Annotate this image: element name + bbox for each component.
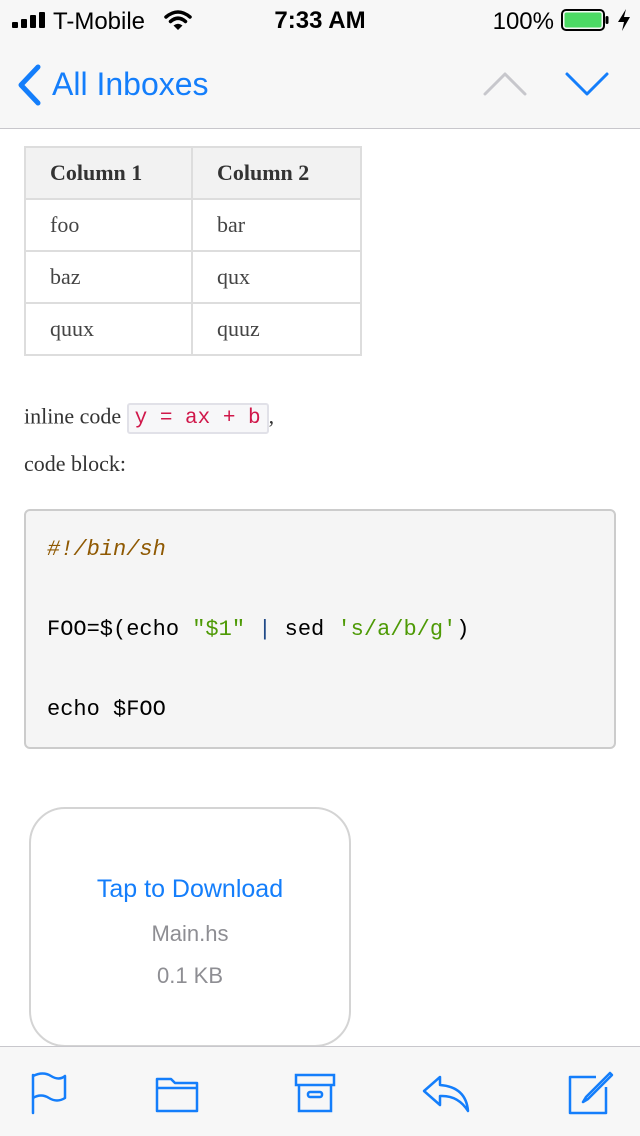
inline-code-prefix: inline code bbox=[24, 403, 122, 429]
battery-percentage: 100% bbox=[492, 8, 554, 35]
table-row: baz qux bbox=[24, 250, 362, 304]
table-row: foo bar bbox=[24, 198, 362, 252]
message-body[interactable]: Column 1 Column 2 foo bar baz qux quux q… bbox=[0, 129, 640, 1046]
code-line-assignment: FOO=$(echo "$1" | sed 's/a/b/g') bbox=[47, 617, 470, 642]
tap-to-download-button[interactable]: Tap to Download bbox=[31, 875, 349, 904]
inline-code-paragraph: inline code y = ax + b, bbox=[24, 403, 274, 434]
charging-icon bbox=[618, 9, 630, 31]
table-cell: quux bbox=[24, 302, 193, 356]
inline-code: y = ax + b bbox=[126, 403, 269, 434]
attachment-card[interactable]: Tap to Download Main.hs 0.1 KB bbox=[29, 807, 351, 1046]
table-row: quux quuz bbox=[24, 302, 362, 356]
code-text: FOO=$(echo bbox=[47, 617, 193, 642]
previous-message-icon[interactable] bbox=[482, 70, 528, 98]
navigation-bar: All Inboxes bbox=[0, 40, 640, 129]
table-cell: bar bbox=[191, 198, 362, 252]
inline-code-suffix: , bbox=[268, 403, 275, 429]
back-chevron-icon[interactable] bbox=[16, 64, 44, 106]
status-bar: T-Mobile 7:33 AM 100% bbox=[0, 0, 640, 40]
table-cell: quuz bbox=[191, 302, 362, 356]
code-block: #!/bin/sh FOO=$(echo "$1" | sed 's/a/b/g… bbox=[24, 509, 616, 749]
battery-icon bbox=[561, 9, 609, 31]
code-pipe: | bbox=[258, 617, 272, 642]
code-comment: #!/bin/sh bbox=[47, 537, 166, 562]
code-text: echo $FOO bbox=[47, 697, 166, 722]
table-header-row: Column 1 Column 2 bbox=[24, 146, 362, 200]
markdown-table: Column 1 Column 2 foo bar baz qux quux q… bbox=[24, 146, 362, 356]
table-cell: foo bbox=[24, 198, 193, 252]
code-text: sed bbox=[284, 617, 338, 642]
bottom-toolbar bbox=[0, 1046, 640, 1136]
code-line-shebang: #!/bin/sh bbox=[47, 537, 166, 562]
folder-icon[interactable] bbox=[153, 1071, 201, 1115]
table-header-cell: Column 2 bbox=[191, 146, 362, 200]
flag-icon[interactable] bbox=[25, 1071, 73, 1115]
code-string: 's/a/b/g' bbox=[337, 617, 457, 642]
attachment-size: 0.1 KB bbox=[156, 963, 224, 988]
code-block-label: code block: bbox=[24, 451, 127, 476]
code-line-echo: echo $FOO bbox=[47, 697, 166, 722]
table-cell: qux bbox=[191, 250, 362, 304]
compose-icon[interactable] bbox=[566, 1071, 614, 1115]
code-string: "$1" bbox=[192, 617, 246, 642]
code-text: ) bbox=[456, 617, 470, 642]
next-message-icon[interactable] bbox=[564, 70, 610, 98]
table-cell: baz bbox=[24, 250, 193, 304]
back-to-all-inboxes-button[interactable]: All Inboxes bbox=[52, 66, 209, 103]
reply-icon[interactable] bbox=[422, 1071, 470, 1115]
table-header-cell: Column 1 bbox=[24, 146, 193, 200]
attachment-filename: Main.hs bbox=[151, 921, 229, 946]
archive-icon[interactable] bbox=[291, 1071, 339, 1115]
